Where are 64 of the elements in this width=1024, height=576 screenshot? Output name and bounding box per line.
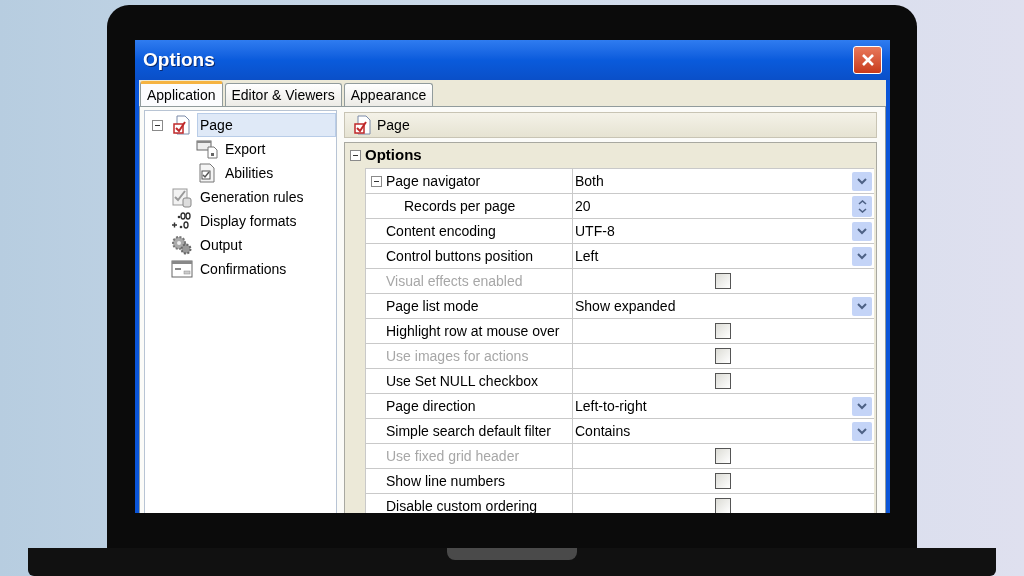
tab[interactable]: Appearance (343, 83, 434, 106)
collapse-toggle[interactable] (349, 150, 361, 161)
close-button[interactable] (853, 46, 882, 74)
window-export-icon (196, 139, 218, 159)
close-icon (860, 53, 875, 67)
property-label: Use fixed grid header (386, 446, 520, 466)
tree-item[interactable]: Export (222, 137, 336, 161)
chevron-down-icon (857, 402, 867, 410)
property-label: Page list mode (386, 296, 479, 316)
dropdown-button[interactable] (852, 296, 872, 316)
tree-item[interactable]: Display formats (197, 209, 336, 233)
property-label: Content encoding (386, 221, 496, 241)
property-label: Highlight row at mouse over (386, 321, 560, 341)
property-value[interactable]: 20 (575, 195, 852, 217)
property-value[interactable]: Left-to-right (575, 395, 852, 417)
checkbox[interactable] (714, 473, 731, 489)
chevron-down-icon (857, 227, 867, 235)
property-value[interactable]: Show expanded (575, 295, 852, 317)
tree-item[interactable]: Confirmations (197, 257, 336, 281)
dialog-window-icon (171, 260, 193, 278)
property-label: Page navigator (386, 171, 481, 191)
checkbox[interactable] (714, 373, 731, 389)
dropdown-button[interactable] (852, 171, 872, 191)
property-label: Use images for actions (386, 346, 529, 366)
collapse-toggle[interactable] (370, 175, 382, 187)
panel-title: Page (377, 115, 410, 135)
dropdown-button[interactable] (852, 221, 872, 241)
checkbox-document-icon (198, 163, 216, 183)
property-label: Page direction (386, 396, 476, 416)
tab[interactable]: Editor & Viewers (224, 83, 342, 106)
property-value[interactable]: Contains (575, 420, 852, 442)
chevron-down-icon (857, 252, 867, 260)
property-value[interactable]: Left (575, 245, 852, 267)
dropdown-button[interactable] (852, 396, 872, 416)
spin-buttons[interactable] (852, 195, 872, 217)
property-label: Use Set NULL checkbox (386, 371, 538, 391)
dropdown-button[interactable] (852, 246, 872, 266)
gears-icon (171, 235, 193, 255)
chevron-down-icon (857, 427, 867, 435)
window-title: Options (143, 47, 215, 72)
chevron-down-icon (857, 177, 867, 185)
decimal-format-icon (171, 211, 193, 231)
property-label: Records per page (404, 196, 516, 216)
checkbox[interactable] (714, 323, 731, 339)
property-value[interactable]: UTF-8 (575, 220, 852, 242)
checkbox[interactable] (714, 498, 731, 513)
chevron-down-icon (857, 302, 867, 310)
property-label: Simple search default filter (386, 421, 551, 441)
tree-item[interactable]: Page (197, 113, 336, 137)
page-check-icon (172, 115, 192, 135)
dropdown-button[interactable] (852, 421, 872, 441)
expand-toggle[interactable] (152, 119, 163, 131)
tree-item[interactable]: Abilities (222, 161, 336, 185)
page-check-icon (353, 115, 373, 135)
tree-item[interactable]: Generation rules (197, 185, 336, 209)
tree-item[interactable]: Output (197, 233, 336, 257)
property-label: Control buttons position (386, 246, 534, 266)
property-label: Visual effects enabled (386, 271, 523, 291)
property-label: Show line numbers (386, 471, 506, 491)
checklist-icon (171, 186, 193, 208)
tab[interactable]: Application (140, 81, 223, 106)
property-value[interactable]: Both (575, 170, 852, 192)
property-label: Disable custom ordering (386, 496, 537, 513)
category-title: Options (365, 145, 422, 166)
